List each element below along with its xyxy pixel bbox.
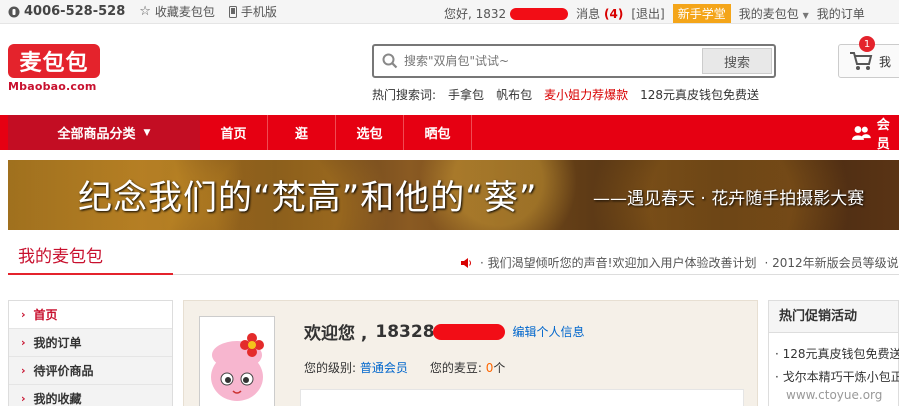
avatar-cartoon-girl-icon	[211, 333, 264, 401]
speaker-icon	[461, 257, 471, 268]
search-icon	[382, 53, 398, 69]
info-box	[300, 389, 744, 406]
main-nav: 全部商品分类 ▼ 首页 逛 选包 晒包 会员	[0, 115, 899, 152]
level-label: 您的级别:	[304, 361, 357, 375]
sidebar-item-orders[interactable]: › 我的订单	[9, 329, 172, 357]
welcome-panel: 欢迎您 , 18328 编辑个人信息 您的级别: 普通会员 您的麦豆: 0个	[183, 300, 758, 406]
watermark: www.ctoyue.org	[786, 388, 883, 402]
search-input[interactable]	[404, 46, 700, 76]
top-bar: 4006-528-528 ☆ 收藏麦包包 手机版 您好, 1832 消息 (4)…	[0, 0, 899, 24]
my-orders-link[interactable]: 我的订单	[817, 5, 865, 22]
nav-item-browse[interactable]: 逛	[268, 115, 336, 150]
sidebar-item-label: 我的订单	[33, 336, 82, 350]
member-beans: 您的麦豆: 0个	[430, 359, 506, 376]
logo-mark: 麦包包	[8, 44, 100, 78]
cart-label: 我	[879, 54, 892, 69]
mobile-phone-icon	[228, 5, 237, 18]
all-categories-label: 全部商品分类	[57, 127, 136, 142]
avatar[interactable]	[199, 316, 275, 406]
shopping-cart-icon	[850, 52, 873, 70]
top-bar-right: 您好, 1832 消息 (4) [退出] 新手学堂 我的麦包包 ▼ 我的订单	[444, 4, 865, 23]
sidebar-item-label: 首页	[33, 308, 58, 322]
chevron-down-icon: ▼	[143, 127, 151, 138]
hot-searches: 热门搜索词: 手拿包 帆布包 麦小姐力荐爆款 128元真皮钱包免费送	[372, 86, 759, 103]
chevron-right-icon: ›	[21, 392, 26, 405]
cart-button[interactable]: 1 我	[838, 36, 899, 78]
promotions-title: 热门促销活动	[769, 301, 898, 333]
hot-term[interactable]: 帆布包	[496, 86, 532, 103]
chevron-right-icon: ›	[21, 308, 26, 321]
welcome-username: 18328	[375, 321, 435, 342]
promotion-item[interactable]: · 128元真皮钱包免费送	[769, 345, 899, 362]
account-sidebar: › 首页 › 我的订单 › 待评价商品 › 我的收藏	[8, 300, 173, 406]
page: 4006-528-528 ☆ 收藏麦包包 手机版 您好, 1832 消息 (4)…	[0, 0, 899, 406]
member-level: 您的级别: 普通会员	[304, 359, 408, 376]
banner-subtitle: ——遇见春天 · 花卉随手拍摄影大赛	[593, 189, 865, 209]
messages-link[interactable]: 消息 (4)	[576, 5, 623, 22]
all-categories-button[interactable]: 全部商品分类 ▼	[8, 115, 200, 150]
chevron-right-icon: ›	[21, 336, 26, 349]
hot-searches-label: 热门搜索词:	[372, 88, 437, 102]
beans-label: 您的麦豆:	[429, 361, 482, 375]
search-box: 搜索	[372, 44, 776, 78]
chevron-right-icon: ›	[21, 364, 26, 377]
nav-items: 首页 逛 选包 晒包	[200, 115, 472, 150]
star-icon: ☆	[139, 4, 151, 19]
newbie-link[interactable]: 新手学堂	[672, 4, 731, 23]
chevron-down-icon: ▼	[802, 11, 809, 20]
mobile-link[interactable]: 手机版	[228, 3, 277, 20]
logo-domain: Mbaobao.com	[8, 80, 97, 93]
notice-item[interactable]: · 我们渴望倾听您的声音!欢迎加入用户体验改善计划	[480, 254, 756, 271]
sidebar-item-home[interactable]: › 首页	[9, 301, 172, 329]
hot-term[interactable]: 128元真皮钱包免费送	[640, 86, 759, 103]
welcome-heading: 欢迎您 , 18328 编辑个人信息	[304, 319, 585, 345]
sidebar-item-pending-reviews[interactable]: › 待评价商品	[9, 357, 172, 385]
members-icon	[852, 125, 871, 140]
hotline: 4006-528-528	[8, 4, 125, 19]
promotion-item[interactable]: · 戈尔本精巧干炼小包正	[769, 368, 899, 385]
page-title: 我的麦包包	[8, 244, 173, 275]
favorite-link[interactable]: ☆ 收藏麦包包	[139, 3, 215, 20]
top-bar-left: 4006-528-528 ☆ 收藏麦包包 手机版	[8, 3, 277, 20]
banner-headline: 纪念我们的“梵高”和他的“葵”	[78, 178, 538, 218]
hotline-number: 4006-528-528	[24, 4, 126, 19]
messages-label: 消息	[576, 7, 601, 21]
sidebar-item-label: 待评价商品	[33, 364, 94, 378]
nav-item-show-bag[interactable]: 晒包	[404, 115, 472, 150]
favorite-label: 收藏麦包包	[154, 5, 215, 19]
phone-icon	[8, 6, 20, 17]
account-meta: 您的级别: 普通会员 您的麦豆: 0个	[304, 359, 505, 376]
notice-item[interactable]: · 2012年新版会员等级说	[764, 254, 898, 271]
level-value[interactable]: 普通会员	[360, 361, 408, 375]
nav-item-home[interactable]: 首页	[200, 115, 268, 150]
welcome-label: 欢迎您 ,	[304, 324, 368, 344]
greeting: 您好, 1832	[444, 7, 507, 21]
promo-banner[interactable]: 纪念我们的“梵高”和他的“葵” ——遇见春天 · 花卉随手拍摄影大赛	[8, 160, 899, 230]
member-link[interactable]: 会员	[852, 115, 899, 152]
divider	[173, 274, 899, 275]
my-mbaobao-label: 我的麦包包	[738, 7, 799, 21]
message-count: (4)	[604, 7, 624, 21]
logout-link[interactable]: [退出]	[631, 5, 664, 22]
cart-count-badge: 1	[859, 36, 875, 52]
hot-term[interactable]: 手拿包	[448, 86, 484, 103]
sidebar-item-label: 我的收藏	[33, 392, 82, 406]
edit-profile-link[interactable]: 编辑个人信息	[513, 323, 585, 340]
member-label: 会员	[876, 117, 890, 152]
sidebar-item-favorites[interactable]: › 我的收藏	[9, 385, 172, 406]
search-button[interactable]: 搜索	[702, 48, 772, 74]
nav-item-choose-bag[interactable]: 选包	[336, 115, 404, 150]
redacted-username	[510, 7, 569, 20]
logo[interactable]: 麦包包 Mbaobao.com	[8, 44, 100, 96]
beans-unit: 个	[493, 361, 506, 375]
my-mbaobao-menu[interactable]: 我的麦包包 ▼	[739, 5, 809, 22]
notice-ticker: · 我们渴望倾听您的声音!欢迎加入用户体验改善计划 · 2012年新版会员等级说	[460, 254, 899, 271]
hot-term-highlight[interactable]: 麦小姐力荐爆款	[544, 86, 628, 103]
mobile-label: 手机版	[240, 5, 277, 19]
redacted-username	[432, 323, 505, 340]
